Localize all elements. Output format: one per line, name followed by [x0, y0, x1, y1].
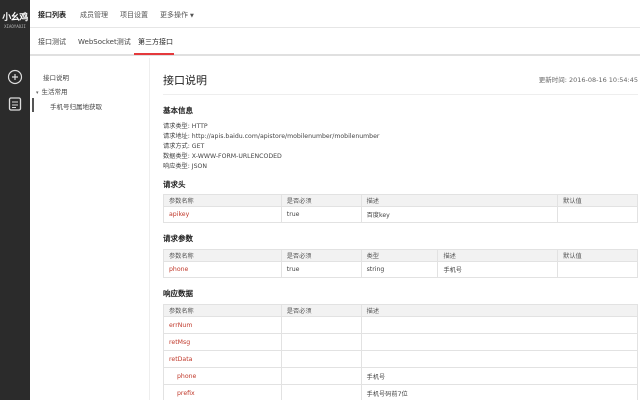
triangle-down-icon: ▾	[36, 90, 39, 96]
plus-circle-icon[interactable]	[7, 69, 23, 85]
table-row: apikey true 百度key	[163, 206, 638, 223]
tab-api-test[interactable]: 接口测试	[38, 37, 66, 47]
param-desc: 手机号	[437, 261, 559, 278]
table-row: prefix 手机号码前7位	[163, 384, 639, 400]
info-request-url: 请求地址: http://apis.baidu.com/apistore/mob…	[163, 133, 380, 140]
info-request-method: 请求方式: GET	[163, 143, 205, 150]
table-header-row: 参数名称 是否必须 描述	[163, 304, 639, 317]
more-actions-label: 更多操作	[160, 11, 188, 19]
tab-websocket-test[interactable]: WebSocket测试	[78, 37, 131, 47]
column-header: 是否必须	[280, 304, 362, 317]
column-header: 默认值	[557, 194, 638, 207]
table-row: phone 手机号	[163, 367, 639, 385]
param-desc: 百度key	[360, 206, 559, 223]
section-request-params: 请求参数	[163, 234, 193, 243]
table-header-row: 参数名称 是否必须 类型 描述 默认值	[163, 249, 638, 262]
nav-item-more-actions[interactable]: 更多操作 ▼	[160, 10, 194, 20]
table-header-row: 参数名称 是否必须 描述 默认值	[163, 194, 638, 207]
sidebar-folder-label: 生活常用	[41, 88, 68, 96]
sub-nav: 接口测试 WebSocket测试 第三方接口	[30, 28, 640, 56]
param-desc	[360, 316, 639, 334]
headers-table: 参数名称 是否必须 描述 默认值 apikey true 百度key	[163, 194, 638, 223]
logo-text: 小幺鸡	[2, 13, 28, 23]
param-required: true	[280, 206, 362, 223]
info-response-type: 响应类型: JSON	[163, 163, 208, 170]
param-name: retData	[163, 350, 282, 368]
param-name: apikey	[163, 206, 282, 223]
param-default	[557, 206, 638, 223]
param-name: errNum	[163, 316, 282, 334]
nav-item-project-settings[interactable]: 项目设置	[120, 10, 148, 20]
section-request-headers: 请求头	[163, 180, 186, 189]
sidebar: 接口说明 ▾ 生活常用 手机号归属地获取	[30, 58, 150, 400]
info-data-type: 数据类型: X-WWW-FORM-URLENCODED	[163, 153, 282, 160]
updated-time: 更新时间: 2016-08-16 10:54:45	[538, 76, 638, 84]
section-response-data: 响应数据	[163, 289, 193, 298]
column-header: 是否必须	[280, 194, 362, 207]
param-name-nested: phone	[163, 367, 282, 385]
caret-down-icon: ▼	[190, 13, 194, 19]
param-desc: 手机号码前7位	[360, 384, 639, 400]
param-name: retMsg	[163, 333, 282, 351]
nav-item-api-list[interactable]: 接口列表	[38, 10, 66, 20]
table-row: phone true string 手机号	[163, 261, 638, 278]
column-header: 是否必须	[280, 249, 362, 262]
response-table: 参数名称 是否必须 描述 errNum retMsg retData phone	[163, 304, 639, 400]
column-header: 参数名称	[163, 304, 282, 317]
main-content: 接口说明 更新时间: 2016-08-16 10:54:45 基本信息 请求类型…	[151, 58, 640, 400]
logo-subtitle: XIAOYAOJI	[4, 24, 26, 29]
column-header: 参数名称	[163, 194, 282, 207]
param-default	[557, 261, 638, 278]
section-basic-info: 基本信息	[163, 106, 193, 115]
param-required	[280, 350, 362, 368]
param-desc	[360, 333, 639, 351]
sidebar-item-phone-location[interactable]: 手机号归属地获取	[50, 101, 102, 111]
column-header: 默认值	[557, 249, 638, 262]
info-request-type: 请求类型: HTTP	[163, 123, 208, 130]
document-icon[interactable]	[7, 96, 23, 112]
param-desc: 手机号	[360, 367, 639, 385]
nav-item-members[interactable]: 成员管理	[80, 10, 108, 20]
column-header: 描述	[360, 304, 639, 317]
param-name: phone	[163, 261, 282, 278]
divider	[163, 94, 638, 95]
left-rail: 小幺鸡 XIAOYAOJI	[0, 0, 30, 400]
app-logo[interactable]: 小幺鸡 XIAOYAOJI	[0, 10, 30, 29]
app-root: 小幺鸡 XIAOYAOJI 接口列表 成员管理 项目设置 更多操作 ▼ 接口测试 …	[0, 0, 640, 400]
table-row: retMsg	[163, 333, 639, 351]
selected-indicator	[32, 98, 34, 112]
param-type: string	[360, 261, 439, 278]
active-tab-indicator	[134, 53, 174, 55]
page-title: 接口说明	[163, 74, 207, 87]
param-required: true	[280, 261, 362, 278]
tab-third-party-api[interactable]: 第三方接口	[138, 37, 173, 47]
param-desc	[360, 350, 639, 368]
table-row: retData	[163, 350, 639, 368]
params-table: 参数名称 是否必须 类型 描述 默认值 phone true string 手机…	[163, 249, 638, 278]
param-name-nested: prefix	[163, 384, 282, 400]
column-header: 类型	[360, 249, 439, 262]
param-required	[280, 333, 362, 351]
column-header: 参数名称	[163, 249, 282, 262]
sidebar-item-api-doc[interactable]: 接口说明	[43, 72, 69, 82]
param-required	[280, 316, 362, 334]
table-row: errNum	[163, 316, 639, 334]
column-header: 描述	[360, 194, 559, 207]
sidebar-folder-daily[interactable]: ▾ 生活常用	[36, 86, 68, 96]
param-required	[280, 367, 362, 385]
param-required	[280, 384, 362, 400]
top-nav: 接口列表 成员管理 项目设置 更多操作 ▼	[30, 0, 640, 28]
column-header: 描述	[437, 249, 559, 262]
